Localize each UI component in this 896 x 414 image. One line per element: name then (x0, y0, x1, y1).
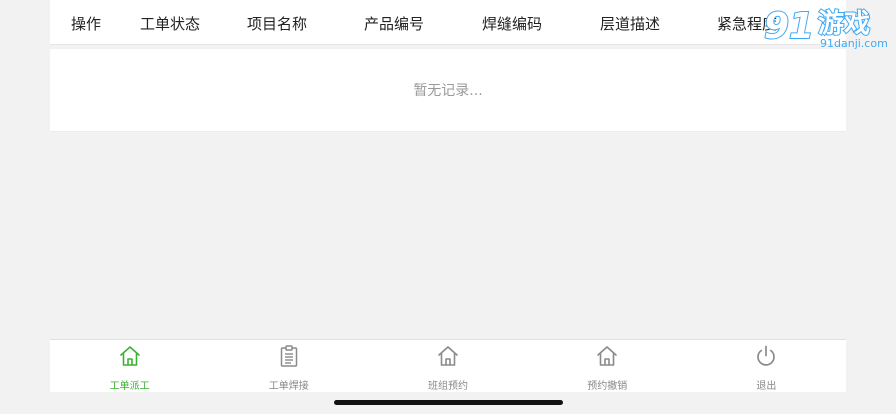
watermark-brand: 游戏 (818, 9, 870, 39)
tab-label: 预约撤销 (587, 381, 628, 392)
home-indicator[interactable] (334, 400, 563, 405)
empty-state-panel: 暂无记录... (50, 49, 846, 132)
clipboard-icon (280, 345, 298, 367)
column-header-action[interactable]: 操作 (71, 13, 101, 34)
column-header-project-name[interactable]: 项目名称 (247, 13, 307, 34)
empty-state-text: 暂无记录... (413, 83, 483, 99)
tab-order-welding[interactable]: 工单焊接 (209, 340, 368, 392)
watermark-logo: 91 游戏 91danji.com (763, 5, 888, 50)
tab-label: 退出 (756, 381, 777, 392)
home-icon (597, 346, 618, 366)
home-icon (438, 346, 458, 366)
home-icon (119, 346, 140, 366)
tab-booking-cancel[interactable]: 预约撤销 (528, 340, 687, 392)
column-header-product-number[interactable]: 产品编号 (364, 13, 424, 34)
column-header-order-status[interactable]: 工单状态 (140, 13, 200, 34)
bottom-tab-bar: 工单派工 工单焊接 班组预约 预约撤销 退出 (50, 339, 846, 392)
column-header-layer-description[interactable]: 层道描述 (600, 13, 660, 34)
power-icon (757, 345, 776, 366)
watermark-number: 91 (764, 6, 814, 47)
column-header-weld-code[interactable]: 焊缝编码 (482, 13, 542, 34)
tab-team-booking[interactable]: 班组预约 (368, 340, 527, 392)
watermark-url: 91danji.com (820, 37, 888, 50)
tab-logout[interactable]: 退出 (687, 340, 846, 392)
tab-label: 班组预约 (428, 381, 468, 392)
content-area (50, 133, 846, 313)
tab-label: 工单焊接 (268, 381, 309, 392)
tab-order-dispatch[interactable]: 工单派工 (50, 340, 209, 392)
tab-label: 工单派工 (109, 381, 150, 392)
app-frame: 操作 工单状态 项目名称 产品编号 焊缝编码 层道描述 紧急程度 暂无记录...… (50, 0, 846, 392)
table-header: 操作 工单状态 项目名称 产品编号 焊缝编码 层道描述 紧急程度 (50, 0, 846, 45)
